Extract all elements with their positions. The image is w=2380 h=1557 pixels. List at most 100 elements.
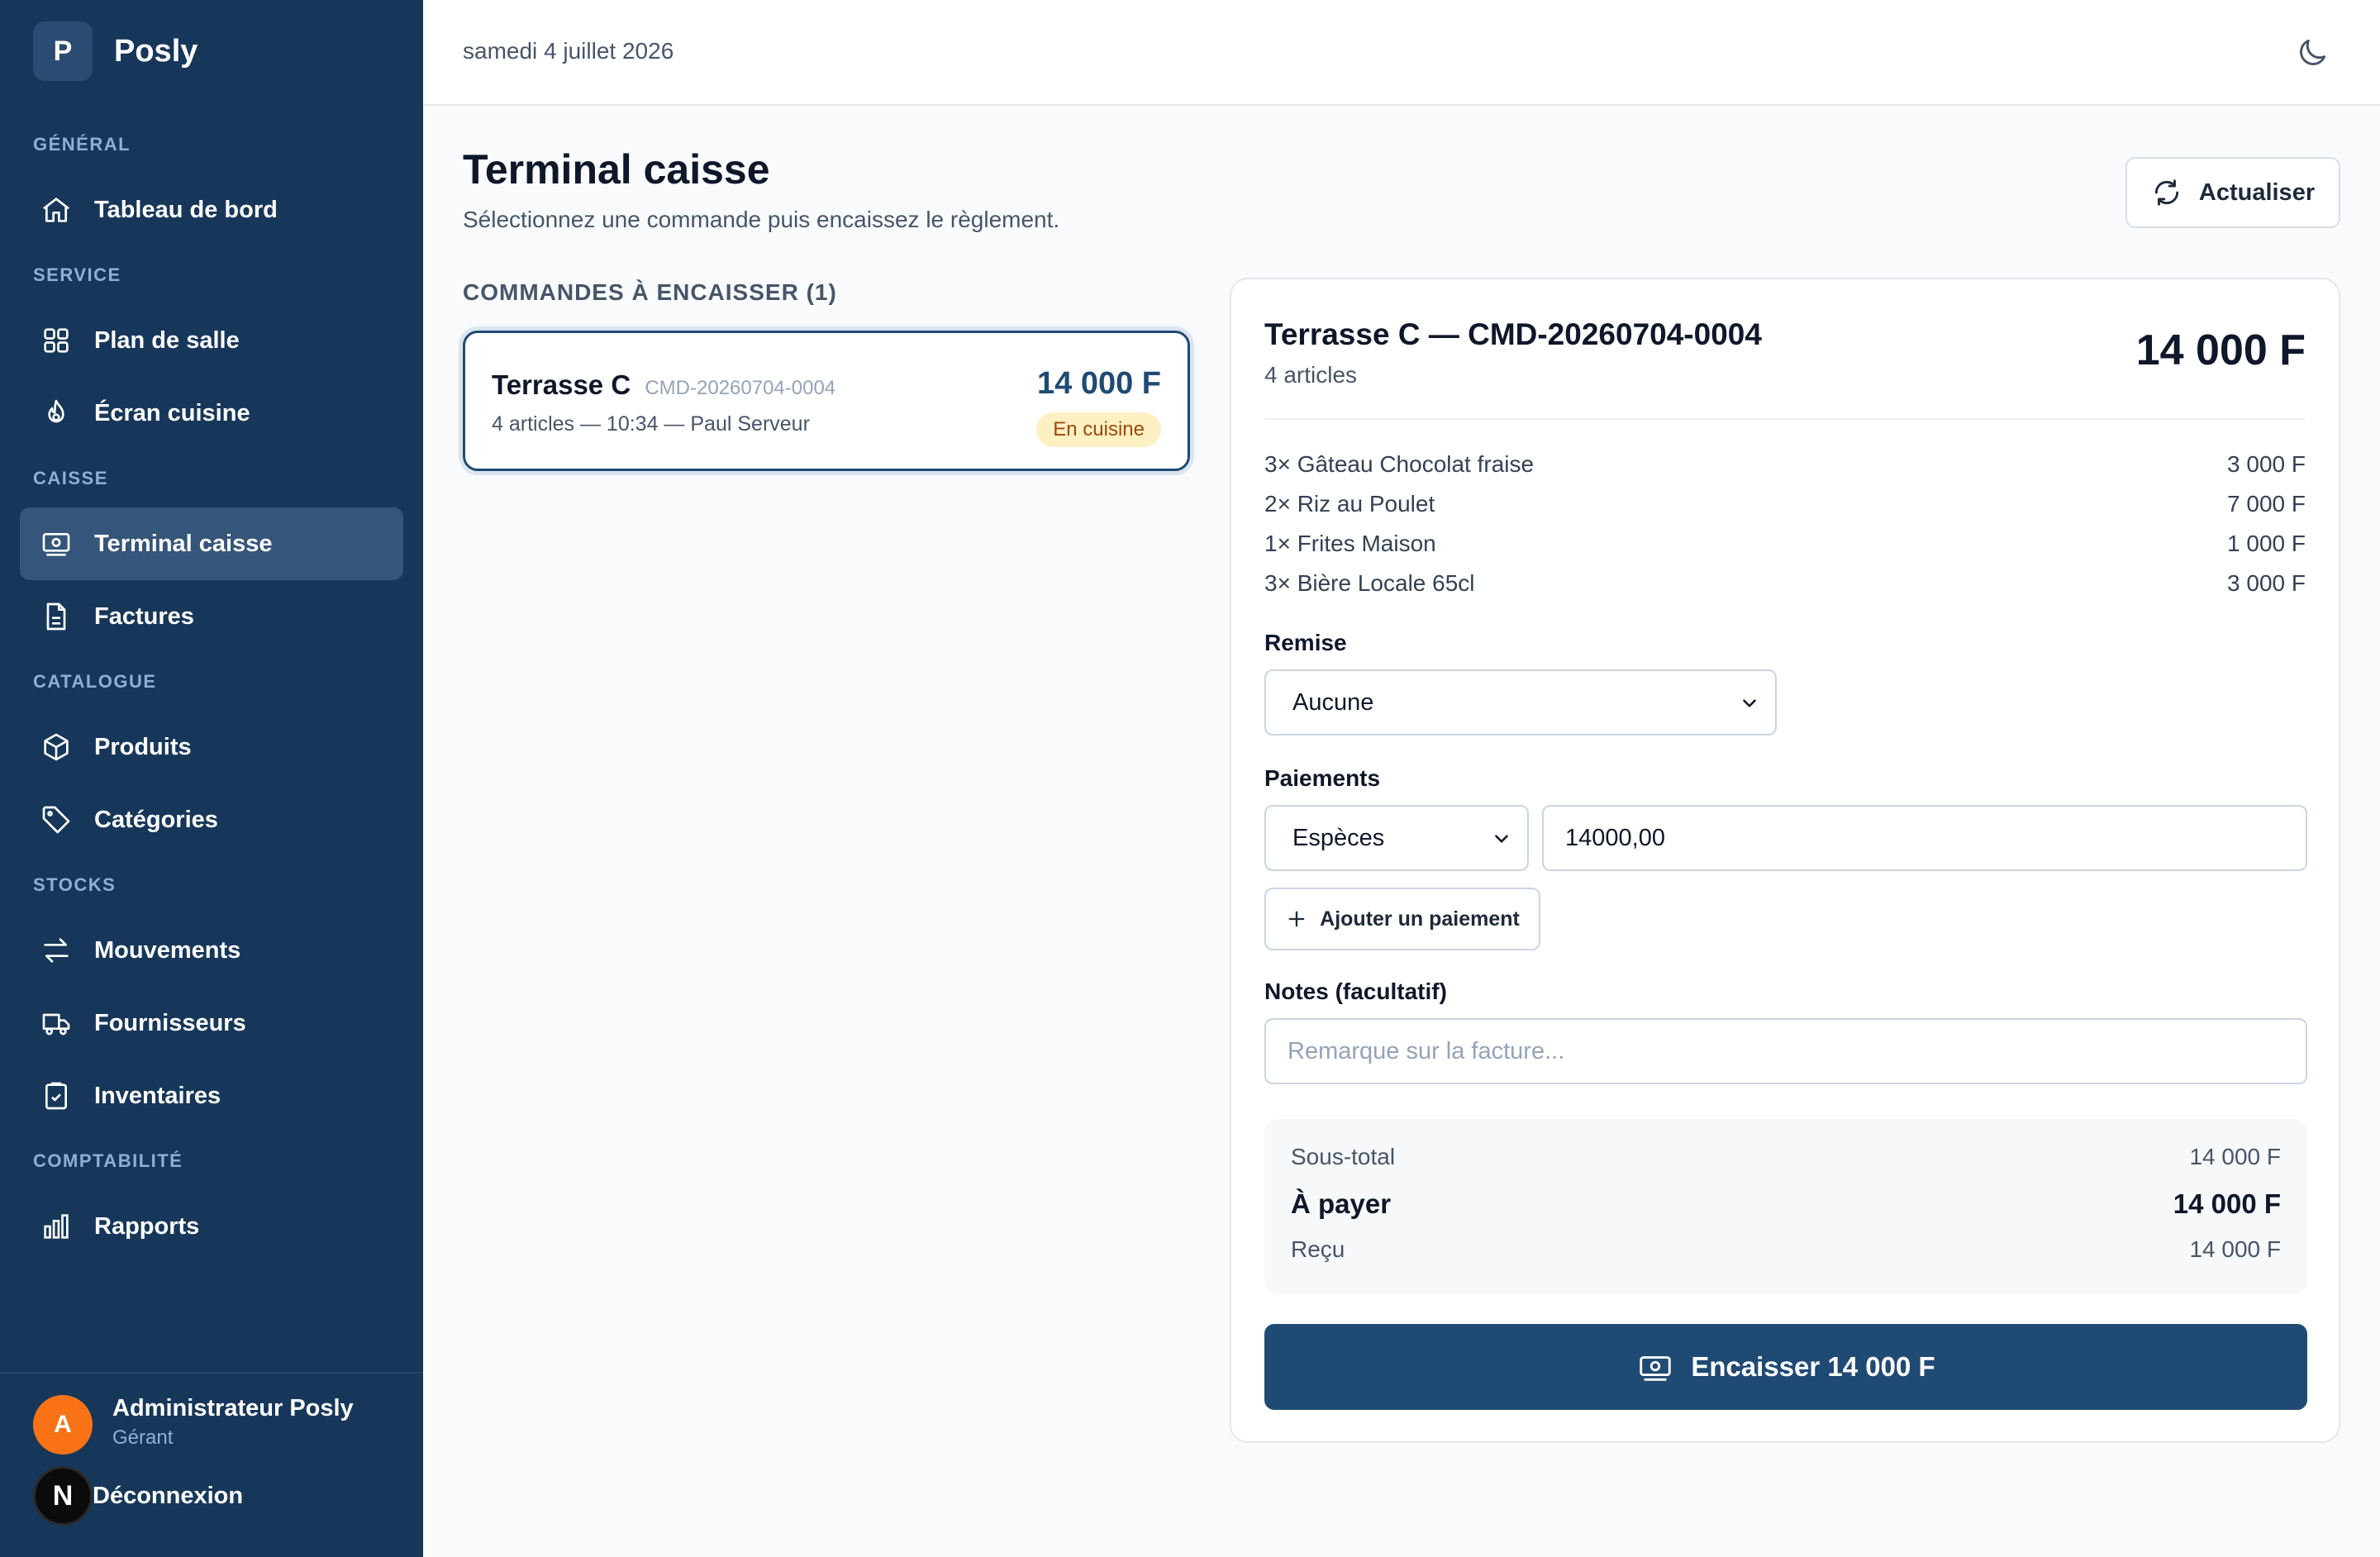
item-price: 3 000 F — [2227, 451, 2306, 477]
detail-subtitle: 4 articles — [1264, 362, 1358, 388]
clipboard-check-icon — [45, 1082, 67, 1110]
notes-input[interactable]: Remarque sur la facture... — [1264, 1018, 2307, 1084]
sidebar-item-label: Catégories — [94, 806, 218, 833]
received-label: Reçu — [1291, 1236, 1345, 1262]
due-row: À payer 14 000 F — [1291, 1188, 2281, 1220]
section-title-caisse: CAISSE — [33, 468, 108, 488]
status-badge: En cuisine — [1036, 412, 1161, 447]
sidebar-item-mouvements[interactable]: Mouvements — [20, 914, 403, 987]
sidebar-item-categories[interactable]: Catégories — [20, 783, 403, 856]
home-icon — [43, 198, 69, 222]
payment-summary: Sous-total 14 000 F À payer 14 000 F Reç… — [1264, 1119, 2307, 1294]
logout-button[interactable]: N Déconnexion — [33, 1466, 243, 1526]
divider — [1264, 418, 2306, 420]
sidebar-item-fournisseurs[interactable]: Fournisseurs — [20, 987, 403, 1059]
sidebar-item-factures[interactable]: Factures — [20, 580, 403, 653]
user-name: Administrateur Posly — [112, 1395, 354, 1421]
encaisser-button[interactable]: Encaisser 14 000 F — [1264, 1324, 2307, 1410]
bar-chart-icon — [44, 1214, 69, 1239]
add-payment-button[interactable]: Ajouter un paiement — [1264, 888, 1540, 950]
current-date: samedi 4 juillet 2026 — [463, 38, 674, 64]
detail-title: Terrasse C — CMD-20260704-0004 — [1264, 317, 1762, 351]
detail-total: 14 000 F — [2135, 326, 2306, 374]
received-value: 14 000 F — [2189, 1236, 2281, 1262]
item-label: 3× Gâteau Chocolat fraise — [1264, 451, 1535, 477]
list-item: 3× Gâteau Chocolat fraise 3 000 F — [1264, 445, 2306, 484]
orders-title: COMMANDES À ENCAISSER (1) — [463, 279, 837, 305]
brand-logo: P — [33, 21, 93, 81]
logout-label: Déconnexion — [93, 1482, 244, 1509]
sidebar-item-label: Fournisseurs — [94, 1009, 246, 1036]
sidebar-item-label: Rapports — [94, 1212, 200, 1240]
sidebar-item-tableau-de-bord[interactable]: Tableau de bord — [20, 174, 403, 246]
chevron-down-icon — [1495, 835, 1508, 843]
add-payment-label: Ajouter un paiement — [1320, 907, 1520, 931]
item-label: 3× Bière Locale 65cl — [1264, 570, 1475, 596]
payment-method-select[interactable]: Espèces — [1264, 805, 1529, 871]
order-card[interactable]: Terrasse C CMD-20260704-0004 4 articles … — [463, 331, 1190, 471]
truck-icon — [42, 1013, 70, 1036]
brand-name: Posly — [114, 33, 198, 69]
refresh-button[interactable]: Actualiser — [2125, 157, 2340, 228]
cash-icon — [1640, 1356, 1671, 1381]
topbar: samedi 4 juillet 2026 — [423, 0, 2380, 106]
section-title-service: SERVICE — [33, 264, 121, 285]
order-total: 14 000 F — [1037, 366, 1161, 401]
due-value: 14 000 F — [2173, 1188, 2281, 1219]
subtotal-row: Sous-total 14 000 F — [1291, 1144, 2281, 1170]
chevron-down-icon — [1743, 699, 1756, 707]
payment-amount-input[interactable]: 14000,00 — [1542, 805, 2307, 871]
logout-badge: N — [33, 1466, 93, 1526]
sidebar-item-label: Terminal caisse — [94, 530, 273, 557]
discount-label: Remise — [1264, 630, 1347, 655]
payments-label: Paiements — [1264, 765, 1381, 791]
section-title-comptabilite: COMPTABILITÉ — [33, 1150, 183, 1171]
section-title-catalogue: CATALOGUE — [33, 671, 157, 692]
sidebar-item-label: Écran cuisine — [94, 399, 250, 426]
item-price: 7 000 F — [2227, 491, 2306, 517]
flame-icon — [48, 399, 64, 423]
sidebar-nav: GÉNÉRAL Tableau de bord SERVICE Plan de … — [0, 116, 423, 1263]
sidebar-item-label: Produits — [94, 733, 192, 760]
sidebar-item-label: Tableau de bord — [94, 196, 278, 223]
order-items: 3× Gâteau Chocolat fraise 3 000 F 2× Riz… — [1264, 445, 2306, 603]
section-title-general: GÉNÉRAL — [33, 134, 131, 155]
due-label: À payer — [1291, 1188, 1392, 1219]
refresh-label: Actualiser — [2198, 179, 2316, 206]
page-title: Terminal caisse — [463, 146, 770, 193]
avatar[interactable]: A — [33, 1395, 93, 1455]
sidebar: P Posly GÉNÉRAL Tableau de bord SERVICE … — [0, 0, 423, 1557]
tag-icon — [42, 806, 70, 834]
list-item: 2× Riz au Poulet 7 000 F — [1264, 484, 2306, 524]
list-item: 1× Frites Maison 1 000 F — [1264, 524, 2306, 564]
sidebar-item-label: Plan de salle — [94, 326, 240, 354]
sidebar-item-inventaires[interactable]: Inventaires — [20, 1059, 403, 1132]
order-meta: 4 articles — 10:34 — Paul Serveur — [492, 412, 810, 436]
list-item: 3× Bière Locale 65cl 3 000 F — [1264, 564, 2306, 603]
sidebar-item-rapports[interactable]: Rapports — [20, 1190, 403, 1263]
discount-select[interactable]: Aucune — [1264, 669, 1777, 736]
sidebar-item-produits[interactable]: Produits — [20, 711, 403, 783]
item-label: 2× Riz au Poulet — [1264, 491, 1435, 517]
file-text-icon — [46, 602, 66, 631]
sidebar-footer: A Administrateur Posly Gérant N Déconnex… — [0, 1372, 423, 1557]
sidebar-item-label: Mouvements — [94, 936, 241, 964]
payment-method-value: Espèces — [1292, 824, 1385, 851]
brand[interactable]: P Posly — [33, 21, 198, 81]
section-title-stocks: STOCKS — [33, 874, 117, 895]
page-subtitle: Sélectionnez une commande puis encaissez… — [463, 207, 1060, 232]
sidebar-item-ecran-cuisine[interactable]: Écran cuisine — [20, 377, 403, 450]
item-label: 1× Frites Maison — [1264, 531, 1436, 556]
refresh-icon — [2154, 179, 2178, 206]
sidebar-item-label: Factures — [94, 602, 194, 630]
sidebar-item-terminal-caisse[interactable]: Terminal caisse — [20, 507, 403, 580]
payment-amount-value: 14000,00 — [1565, 824, 1665, 851]
item-price: 1 000 F — [2227, 531, 2306, 556]
received-row: Reçu 14 000 F — [1291, 1236, 2281, 1263]
notes-placeholder: Remarque sur la facture... — [1288, 1037, 1565, 1064]
encaisser-label: Encaisser 14 000 F — [1691, 1351, 1935, 1382]
discount-value: Aucune — [1292, 688, 1374, 716]
plus-icon — [1288, 911, 1305, 927]
moon-icon[interactable] — [2294, 35, 2330, 71]
sidebar-item-plan-de-salle[interactable]: Plan de salle — [20, 304, 403, 377]
